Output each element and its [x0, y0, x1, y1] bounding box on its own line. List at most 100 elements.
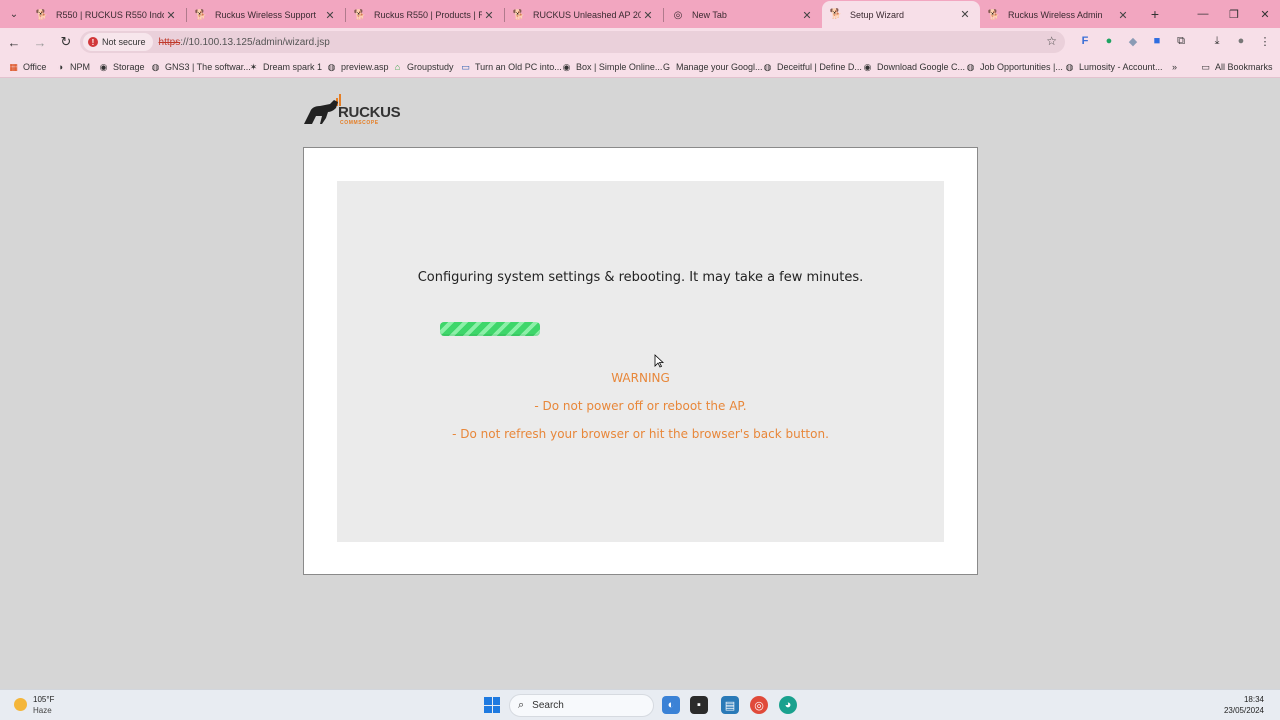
minimize-icon: —: [1197, 8, 1209, 20]
notepad-icon[interactable]: ▤: [721, 696, 739, 714]
bookmarks-overflow-button[interactable]: »: [1172, 56, 1177, 78]
bookmark-label: Turn an Old PC into...: [475, 62, 562, 72]
tab-setup-wizard[interactable]: 🐕 Setup Wizard ✕: [822, 1, 980, 28]
extensions-puzzle-icon[interactable]: ⧉: [1171, 31, 1191, 51]
bookmark-item[interactable]: ▭ Turn an Old PC into...: [460, 56, 562, 78]
bookmark-item[interactable]: ⌂ Groupstudy: [392, 56, 454, 78]
plus-icon: +: [1150, 6, 1160, 22]
download-icon[interactable]: ⤓: [1207, 31, 1227, 51]
chrome-icon[interactable]: ◎: [750, 696, 768, 714]
tab-ruckus-support[interactable]: 🐕 Ruckus Wireless Support ✕: [187, 2, 345, 28]
windows-logo-pane: [484, 705, 492, 713]
all-bookmarks-button[interactable]: ▭ All Bookmarks: [1200, 56, 1272, 78]
ruckus-dog-icon: 🐕: [35, 9, 49, 21]
tab-strip: ⌄ 🐕 R550 | RUCKUS R550 Indoor Ac ✕ 🐕 Ruc…: [0, 0, 1280, 28]
weather-temperature[interactable]: 105°F: [33, 695, 54, 704]
close-icon[interactable]: ✕: [164, 9, 178, 22]
forward-button[interactable]: →: [28, 30, 52, 54]
weather-haze-icon[interactable]: [14, 698, 27, 711]
new-tab-button[interactable]: +: [1144, 3, 1166, 25]
bookmark-item[interactable]: ◉ Storage: [98, 56, 145, 78]
file-explorer-icon[interactable]: ▪: [690, 696, 708, 714]
bookmark-label: Deceitful | Define D...: [777, 62, 862, 72]
reload-icon: ↻: [60, 34, 72, 49]
warning-title: WARNING: [611, 371, 670, 385]
bookmark-item[interactable]: ◉ Download Google C...: [862, 56, 966, 78]
close-icon[interactable]: ✕: [958, 8, 972, 21]
tab-title: New Tab: [692, 10, 727, 20]
extension-grammarly-icon[interactable]: ●: [1099, 31, 1119, 51]
bookmark-item[interactable]: ◍ Lumosity - Account...: [1064, 56, 1163, 78]
tab-new-tab[interactable]: ◎ New Tab ✕: [664, 2, 822, 28]
bookmark-item[interactable]: ✶ Dream spark 1: [248, 56, 322, 78]
close-icon[interactable]: ✕: [1116, 9, 1130, 22]
taskbar-search[interactable]: ⌕ Search: [509, 694, 654, 717]
ruckus-dog-icon: 🐕: [829, 9, 843, 20]
clock-time[interactable]: 18:34: [1244, 695, 1264, 704]
bookmark-label: Box | Simple Online...: [576, 62, 663, 72]
address-bar[interactable]: ! Not secure https ://10.100.13.125/admi…: [80, 31, 1065, 53]
bookmark-item[interactable]: ◍ Deceitful | Define D...: [762, 56, 862, 78]
weather-condition[interactable]: Haze: [33, 706, 52, 715]
bookmark-item[interactable]: G Manage your Googl...: [661, 56, 763, 78]
tab-ruckus-admin[interactable]: 🐕 Ruckus Wireless Admin ✕: [980, 2, 1138, 28]
tab-title: Setup Wizard: [850, 9, 905, 20]
bookmark-item[interactable]: ▦ Office: [8, 56, 46, 78]
tab-title: Ruckus Wireless Support: [215, 10, 317, 20]
box-icon: ◉: [562, 61, 571, 72]
extension-translate-icon[interactable]: ■: [1147, 31, 1167, 51]
chevron-down-icon: ⌄: [9, 8, 19, 20]
bookmark-star-icon[interactable]: ☆: [1046, 34, 1057, 48]
tab-search-button[interactable]: ⌄: [4, 4, 24, 24]
mouse-cursor-icon: [654, 354, 664, 368]
logo-wordmark: RUCKUS: [338, 104, 401, 121]
bookmark-label: Lumosity - Account...: [1079, 62, 1163, 72]
bookmark-label: Groupstudy: [407, 62, 454, 72]
windows-logo-pane: [492, 697, 500, 705]
office-icon: ▦: [9, 61, 18, 72]
tab-r550-indoor[interactable]: 🐕 R550 | RUCKUS R550 Indoor Ac ✕: [28, 2, 186, 28]
warning-icon: !: [88, 37, 98, 47]
close-icon[interactable]: ✕: [323, 9, 337, 22]
ruckus-dog-icon: 🐕: [353, 9, 367, 21]
close-window-button[interactable]: ✕: [1250, 0, 1280, 28]
tab-r550-products[interactable]: 🐕 Ruckus R550 | Products | Ruckus ✕: [346, 2, 504, 28]
progress-bar: [440, 322, 540, 336]
close-icon[interactable]: ✕: [641, 9, 655, 22]
reload-button[interactable]: ↻: [54, 30, 78, 54]
bookmark-item[interactable]: ◍ preview.asp: [326, 56, 389, 78]
security-chip[interactable]: ! Not secure: [83, 33, 153, 51]
bookmark-item[interactable]: ◍ Job Opportunities |...: [965, 56, 1063, 78]
start-button[interactable]: [484, 697, 500, 713]
lumosity-icon: ◍: [1065, 61, 1074, 72]
minimize-button[interactable]: —: [1188, 0, 1218, 28]
extension-shield-icon[interactable]: ◆: [1123, 31, 1143, 51]
restore-button[interactable]: ❐: [1219, 0, 1249, 28]
ruckus-dog-icon: 🐕: [987, 9, 1001, 21]
copilot-icon[interactable]: ◐: [662, 696, 680, 714]
back-button[interactable]: ←: [2, 30, 26, 54]
tab-title: Ruckus Wireless Admin: [1008, 10, 1103, 20]
clock-date[interactable]: 23/05/2024: [1224, 706, 1264, 715]
bookmark-item[interactable]: ◑ NPM: [55, 56, 90, 78]
close-icon[interactable]: ✕: [800, 9, 814, 22]
menu-kebab-icon[interactable]: ⋮: [1255, 31, 1275, 51]
tab-unleashed[interactable]: 🐕 RUCKUS Unleashed AP 200.15 ✕: [505, 2, 663, 28]
double-chevron-right-icon: »: [1172, 62, 1178, 72]
ruckus-dog-icon: 🐕: [194, 9, 208, 21]
dreamspark-icon: ✶: [249, 61, 258, 72]
bookmark-item[interactable]: ◍ GNS3 | The softwar...: [150, 56, 251, 78]
extension-f-icon[interactable]: F: [1075, 31, 1095, 51]
edge-icon[interactable]: ◕: [779, 696, 797, 714]
bookmark-label: NPM: [70, 62, 90, 72]
bookmark-item[interactable]: ◉ Box | Simple Online...: [561, 56, 663, 78]
close-icon[interactable]: ✕: [482, 9, 496, 22]
bookmark-label: Job Opportunities |...: [980, 62, 1063, 72]
google-icon: G: [662, 62, 670, 72]
bookmark-label: Office: [23, 62, 47, 72]
profile-avatar-icon[interactable]: ●: [1231, 31, 1251, 51]
storage-icon: ◉: [99, 61, 108, 72]
chrome-icon: ◎: [673, 9, 683, 21]
ruckus-dog-icon: 🐕: [512, 9, 526, 21]
globe-icon: ◍: [763, 61, 772, 72]
